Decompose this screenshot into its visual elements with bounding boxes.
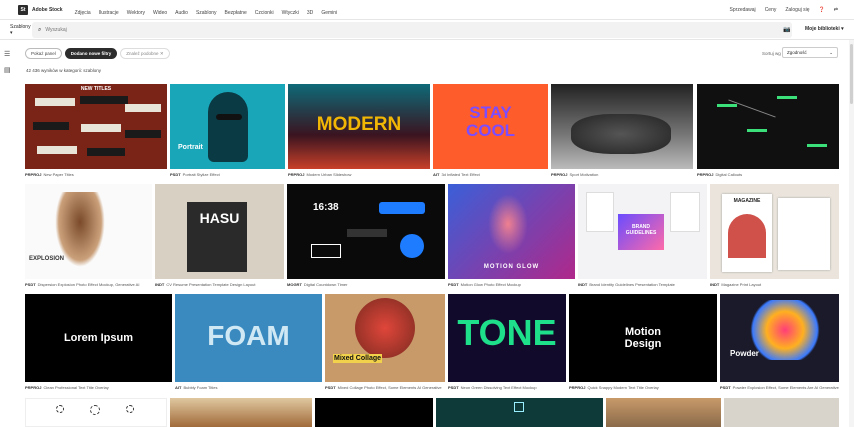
tile-caption: PSDT Portrait Stylize Effect (170, 172, 220, 177)
scrollbar-thumb[interactable] (850, 44, 853, 104)
tile-caption: PSDT Motion Glow Photo Effect Mockup (448, 282, 521, 287)
result-tile[interactable]: Mixed Collage (325, 294, 445, 382)
nav-item[interactable]: Bezpłatne (225, 10, 247, 16)
camera-search-icon[interactable]: 📷 (783, 26, 790, 33)
tile-caption: INDT Magazine Print Layout (710, 282, 762, 287)
sign-in-link[interactable]: Zaloguj się (785, 7, 809, 13)
tile-title: HASU (199, 210, 240, 226)
tile-title: EXPLOSION (29, 256, 65, 262)
result-tile[interactable] (724, 398, 839, 427)
tile-caption: PRPROJ Digital Callouts (697, 172, 743, 177)
nav-item[interactable]: Wektory (127, 10, 145, 16)
result-tile[interactable]: Powder (720, 294, 839, 382)
asset-type-select[interactable]: Szablony ▾ (10, 24, 32, 36)
tile-title: MAGAZINE (733, 198, 761, 204)
scrollbar[interactable] (849, 40, 854, 427)
result-tile[interactable]: HASU (155, 184, 284, 279)
tile-caption: MOGRT Digital Countdown Timer (287, 282, 348, 287)
nav-item[interactable]: Ilustracje (99, 10, 119, 16)
tile-title: STAY COOL (465, 103, 516, 140)
nav-item[interactable]: Zdjęcia (75, 10, 91, 16)
result-tile[interactable]: MODERN (288, 84, 430, 169)
tile-title: 16:38 (313, 202, 339, 213)
nav-item[interactable]: 3D (307, 10, 313, 16)
result-tile[interactable]: MAGAZINE (710, 184, 839, 279)
search-icon: ⌕ (38, 26, 42, 33)
tile-title: Mixed Collage (333, 354, 383, 363)
tile-title: FOAM (207, 320, 290, 351)
libraries-button[interactable]: Moje biblioteki ▾ (805, 26, 844, 32)
tile-title: Portrait (178, 144, 203, 151)
result-tile[interactable]: BRAND GUIDELINES (578, 184, 707, 279)
nav-item[interactable]: Wtyczki (282, 10, 299, 16)
sell-link[interactable]: Sprzedawaj (730, 7, 756, 13)
tile-title: MOTION GLOW (483, 264, 540, 270)
filter-icon[interactable]: ☰ (4, 50, 11, 58)
main-nav: Zdjęcia Ilustracje Wektory Wideo Audio Szablo… (75, 1, 346, 19)
find-similar-chip[interactable]: Znaleź podobne ✕ (120, 48, 170, 59)
tile-title: TONE (457, 312, 557, 353)
result-tile[interactable]: Lorem Ipsum (25, 294, 172, 382)
tile-title: NEW TITLES (80, 86, 112, 92)
result-tile[interactable] (436, 398, 603, 427)
new-filters-badge[interactable]: Dodano nowe filtry (64, 48, 118, 59)
result-tile[interactable]: Motion Design (569, 294, 717, 382)
sort-select[interactable]: Zgodność ⌄ (782, 47, 838, 58)
tile-caption: PSDT Dispersion Explosion Photo Effect Mo… (25, 282, 140, 287)
filter-bar: Pokaż panel Dodano nowe filtry Znaleź po… (25, 48, 170, 59)
result-tile[interactable]: 16:38 (287, 184, 445, 279)
tile-caption: PSDT Neon Green Dissolving Text Effect Mo… (448, 385, 537, 390)
top-bar: St Adobe Stock Zdjęcia Ilustracje Wektory W… (0, 0, 854, 20)
collection-icon[interactable]: ▤ (4, 66, 11, 74)
tile-caption: INDT CV Resume Presentation Template Desi… (155, 282, 256, 287)
result-tile[interactable]: TONE (448, 294, 566, 382)
result-tile[interactable]: EXPLOSION (25, 184, 152, 279)
tile-title: BRAND GUIDELINES (625, 224, 657, 236)
tile-caption: PRPROJ Sport Motivation (551, 172, 599, 177)
nav-item[interactable]: Wideo (153, 10, 167, 16)
tile-caption: AIT Bubbly Foam Titles (175, 385, 218, 390)
nav-item[interactable]: Czcionki (255, 10, 274, 16)
nav-item[interactable]: Gemini (321, 10, 337, 16)
nav-item[interactable]: Audio (175, 10, 188, 16)
pricing-link[interactable]: Ceny (765, 7, 777, 13)
sort-label: Sortuj wg (762, 51, 781, 56)
show-panel-button[interactable]: Pokaż panel (25, 48, 62, 59)
result-count: 42 436 wyników w kategorii: szablony (26, 68, 102, 73)
nav-item[interactable]: Szablony (196, 10, 217, 16)
adobe-stock-logo[interactable]: St (18, 4, 28, 15)
result-tile[interactable]: MOTION GLOW (448, 184, 575, 279)
tile-caption: PSDT Powder Explosion Effect, Some Elemen… (720, 385, 839, 390)
result-tile[interactable]: FOAM (175, 294, 322, 382)
tile-title: Powder (730, 349, 759, 358)
tile-title: Motion Design (624, 326, 662, 350)
tile-caption: PRPROJ Modern Urban Slideshow (288, 172, 352, 177)
chevron-down-icon: ⌄ (829, 49, 833, 55)
tile-caption: PSDT Mixed Collage Photo Effect, Some Ele… (325, 385, 442, 390)
result-tile[interactable] (25, 398, 167, 427)
search-field[interactable]: ⌕ (32, 22, 792, 38)
result-tile[interactable] (551, 84, 693, 169)
tile-caption: AIT 3d Inflated Text Effect (433, 172, 480, 177)
result-tile[interactable]: Portrait (170, 84, 285, 169)
tile-title: Lorem Ipsum (63, 332, 134, 344)
result-tile[interactable]: STAY COOL (433, 84, 548, 169)
result-tile[interactable] (606, 398, 721, 427)
side-icons: ☰ ▤ (4, 50, 11, 74)
tile-title: MODERN (316, 114, 402, 135)
result-tile[interactable]: NEW TITLES (25, 84, 167, 169)
tile-caption: PRPROJ Clean Professional Text Title Over… (25, 385, 109, 390)
tile-caption: INDT Brand Identity Guidelines Presentati… (578, 282, 675, 287)
brand-name[interactable]: Adobe Stock (32, 7, 63, 13)
help-icon[interactable]: ❓ (819, 7, 825, 13)
result-tile[interactable] (697, 84, 839, 169)
language-icon[interactable]: ⇄ (834, 7, 838, 13)
result-tile[interactable] (315, 398, 433, 427)
result-tile[interactable] (170, 398, 312, 427)
right-nav: Sprzedawaj Ceny Zaloguj się ❓ ⇄ (721, 0, 838, 20)
tile-caption: PRPROJ New Paper Titles (25, 172, 74, 177)
search-input[interactable] (45, 27, 746, 33)
tile-caption: PRPROJ Quick Snappy Modern Text Title Ove… (569, 385, 659, 390)
